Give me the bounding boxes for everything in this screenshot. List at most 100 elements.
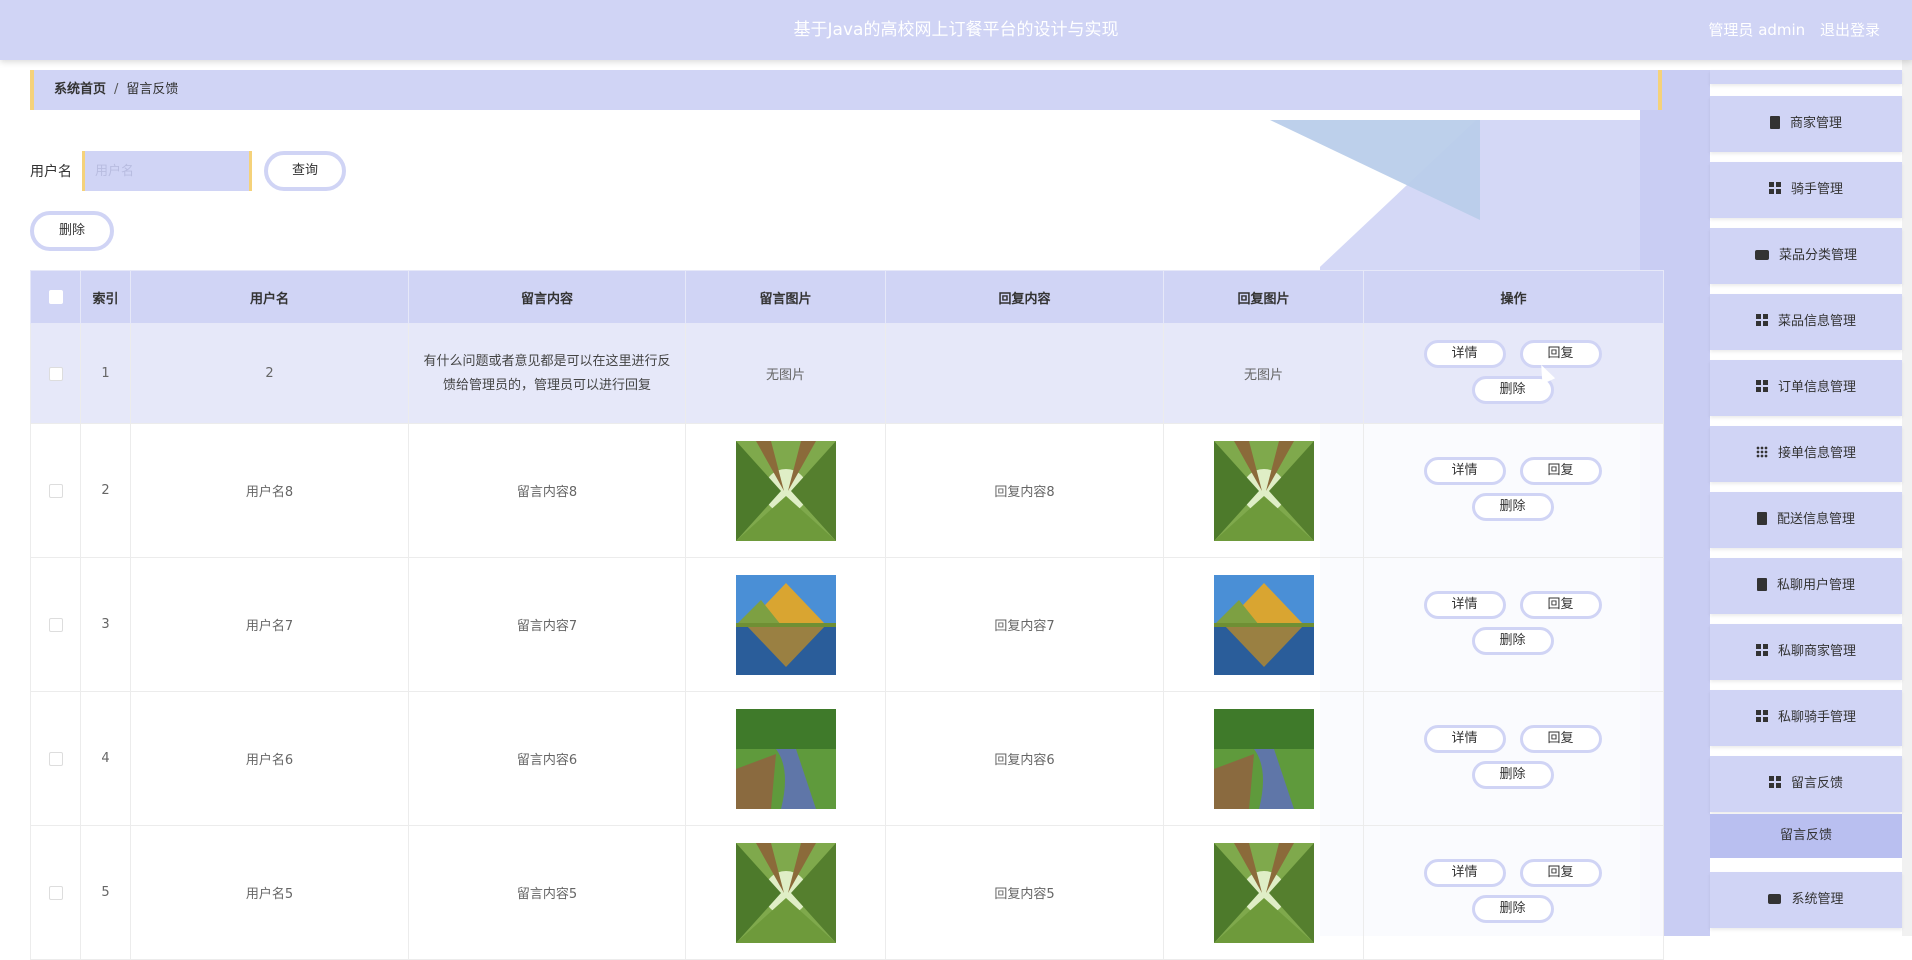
cell-reply-image xyxy=(1163,557,1364,692)
reply-button[interactable]: 回复 xyxy=(1519,724,1602,753)
sidebar-item-label: 接单信息管理 xyxy=(1777,446,1856,461)
grid-icon xyxy=(1768,776,1781,788)
sidebar-item-label: 留言反馈 xyxy=(1790,776,1843,791)
row-checkbox[interactable] xyxy=(30,825,81,960)
batch-delete-button[interactable]: 删除 xyxy=(30,211,114,251)
reply-button[interactable]: 回复 xyxy=(1519,590,1602,619)
sidebar-item-rider[interactable]: 骑手管理 xyxy=(1710,162,1902,218)
forest-image[interactable] xyxy=(1213,842,1314,943)
mountain-lake-image[interactable] xyxy=(735,574,836,675)
sidebar-item-delivery[interactable]: 配送信息管理 xyxy=(1710,492,1902,548)
header-reply: 回复内容 xyxy=(885,270,1164,324)
grid-icon xyxy=(1755,710,1768,722)
reply-button[interactable]: 回复 xyxy=(1519,456,1602,485)
cell-content: 留言内容8 xyxy=(408,423,686,558)
cell-reply-image: 无图片 xyxy=(1163,323,1364,424)
apps-icon xyxy=(1755,446,1768,458)
cell-index: 2 xyxy=(80,423,131,558)
grid-icon xyxy=(1755,380,1768,392)
clipboard-x-icon xyxy=(1769,116,1780,129)
cell-username: 用户名6 xyxy=(130,691,409,826)
mountain-lake-image[interactable] xyxy=(1213,574,1314,675)
cell-reply-image xyxy=(1163,423,1364,558)
detail-button[interactable]: 详情 xyxy=(1423,456,1506,485)
cell-reply: 回复内容7 xyxy=(885,557,1164,692)
cell-actions: 详情 回复 删除 xyxy=(1363,691,1664,826)
breadcrumb-home[interactable]: 系统首页 xyxy=(54,82,106,97)
sidebar-item-label: 菜品信息管理 xyxy=(1777,314,1856,329)
sidebar-item-chat-user[interactable]: 私聊用户管理 xyxy=(1710,558,1902,614)
select-all-checkbox[interactable] xyxy=(30,270,81,324)
sidebar-item-label: 菜品分类管理 xyxy=(1778,248,1857,263)
cell-reply xyxy=(885,323,1164,424)
sidebar-item-chat-rider[interactable]: 私聊骑手管理 xyxy=(1710,690,1902,746)
detail-button[interactable]: 详情 xyxy=(1423,339,1506,368)
sidebar-item-merchant[interactable]: 商家管理 xyxy=(1710,96,1902,152)
cell-content: 留言内容5 xyxy=(408,825,686,960)
river-image[interactable] xyxy=(1213,708,1314,809)
sidebar-item-feedback[interactable]: 留言反馈 xyxy=(1710,756,1902,812)
cell-image xyxy=(685,825,886,960)
sidebar-item-accept-order[interactable]: 接单信息管理 xyxy=(1710,426,1902,482)
cell-image xyxy=(685,423,886,558)
table-row: 1 2 有什么问题或者意见都是可以在这里进行反馈给管理员的，管理员可以进行回复 … xyxy=(30,323,1664,424)
content-text: 有什么问题或者意见都是可以在这里进行反馈给管理员的，管理员可以进行回复 xyxy=(423,353,671,393)
cell-actions: 详情 回复 删除 xyxy=(1363,323,1664,424)
briefcase-icon xyxy=(1754,250,1769,260)
cell-username: 用户名8 xyxy=(130,423,409,558)
forest-image[interactable] xyxy=(735,440,836,541)
delete-button[interactable]: 删除 xyxy=(1471,492,1554,521)
grid-icon xyxy=(1768,182,1781,194)
delete-button[interactable]: 删除 xyxy=(1471,626,1554,655)
row-checkbox[interactable] xyxy=(30,323,81,424)
forest-image[interactable] xyxy=(735,842,836,943)
detail-button[interactable]: 详情 xyxy=(1423,724,1506,753)
cell-username: 2 xyxy=(130,323,409,424)
detail-button[interactable]: 详情 xyxy=(1423,858,1506,887)
username-search-input[interactable] xyxy=(82,151,252,191)
sidebar-item-dish-info[interactable]: 菜品信息管理 xyxy=(1710,294,1902,350)
cell-index: 5 xyxy=(80,825,131,960)
sidebar-item-dish-category[interactable]: 菜品分类管理 xyxy=(1710,228,1902,284)
sidebar-item-order-info[interactable]: 订单信息管理 xyxy=(1710,360,1902,416)
cell-actions: 详情 回复 删除 xyxy=(1363,423,1664,558)
background-decoration-triangle xyxy=(1270,120,1480,220)
cell-reply-image xyxy=(1163,691,1364,826)
query-button[interactable]: 查询 xyxy=(264,151,346,191)
row-checkbox[interactable] xyxy=(30,423,81,558)
sidebar-item-label: 订单信息管理 xyxy=(1777,380,1856,395)
reply-button[interactable]: 回复 xyxy=(1519,858,1602,887)
app-title: 基于Java的高校网上订餐平台的设计与实现 xyxy=(793,20,1119,40)
cell-index: 4 xyxy=(80,691,131,826)
page-scrollbar[interactable] xyxy=(1902,0,1912,936)
cell-index: 3 xyxy=(80,557,131,692)
row-checkbox[interactable] xyxy=(30,691,81,826)
row-checkbox[interactable] xyxy=(30,557,81,692)
header-index: 索引 xyxy=(80,270,131,324)
sidebar-item-system[interactable]: 系统管理 xyxy=(1710,872,1902,928)
detail-button[interactable]: 详情 xyxy=(1423,590,1506,619)
delete-button[interactable]: 删除 xyxy=(1471,760,1554,789)
sidebar-item-chat-merchant[interactable]: 私聊商家管理 xyxy=(1710,624,1902,680)
forest-image[interactable] xyxy=(1213,440,1314,541)
feedback-table: 索引 用户名 留言内容 留言图片 回复内容 回复图片 操作 1 2 有什么问题或… xyxy=(30,270,1664,960)
breadcrumb-current: 留言反馈 xyxy=(126,82,179,97)
reply-button[interactable]: 回复 xyxy=(1519,339,1602,368)
breadcrumb: 系统首页 / 留言反馈 xyxy=(30,70,1662,110)
delete-button[interactable]: 删除 xyxy=(1471,894,1554,923)
cell-actions: 详情 回复 删除 xyxy=(1363,557,1664,692)
admin-label: 管理员 admin xyxy=(1708,21,1806,39)
logout-link[interactable]: 退出登录 xyxy=(1820,21,1880,39)
sidebar-subitem-feedback[interactable]: 留言反馈 xyxy=(1710,814,1902,858)
cell-image xyxy=(685,557,886,692)
sidebar-top-edge xyxy=(1710,70,1902,84)
sidebar: 商家管理 骑手管理 菜品分类管理 菜品信息管理 订单信息管理 接单信息管理 配送… xyxy=(1710,70,1902,936)
header-reply-image: 回复图片 xyxy=(1163,270,1364,324)
top-header: 基于Java的高校网上订餐平台的设计与实现 管理员 admin 退出登录 xyxy=(0,0,1912,60)
cell-image xyxy=(685,691,886,826)
cell-image: 无图片 xyxy=(685,323,886,424)
grid-icon xyxy=(1755,644,1768,656)
cell-reply: 回复内容5 xyxy=(885,825,1164,960)
river-image[interactable] xyxy=(735,708,836,809)
sidebar-item-label: 配送信息管理 xyxy=(1776,512,1855,527)
